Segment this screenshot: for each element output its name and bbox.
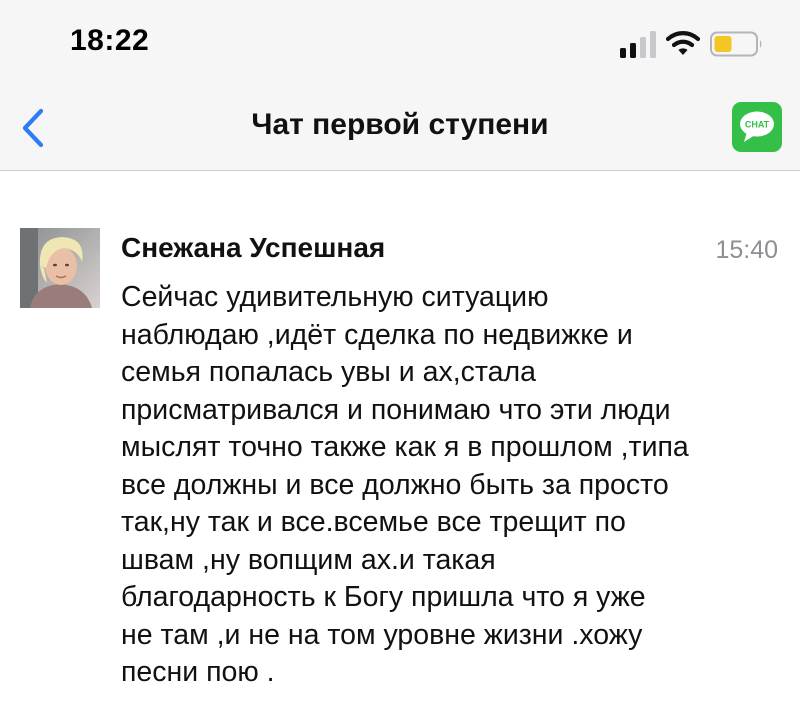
message-timestamp: 15:40: [715, 236, 778, 264]
chat-button[interactable]: CHAT: [732, 102, 782, 152]
message: Снежана Успешная 15:40 Сейчас удивительн…: [0, 170, 800, 720]
signal-icon: [620, 31, 656, 58]
header: 18:22 Чат первой ступени CHAT: [0, 0, 800, 171]
wifi-icon: [666, 31, 700, 55]
avatar-photo: [20, 228, 100, 308]
svg-text:CHAT: CHAT: [745, 120, 770, 130]
chat-icon: CHAT: [740, 111, 774, 142]
status-time: 18:22: [70, 24, 150, 57]
page-title: Чат первой ступени: [251, 108, 549, 141]
message-text: Сейчас удивительную ситуацию наблюдаю ,и…: [121, 281, 689, 688]
nav-bar: Чат первой ступени CHAT: [0, 90, 800, 170]
battery-icon: [710, 31, 762, 57]
status-bar: 18:22: [0, 0, 800, 90]
avatar[interactable]: [20, 228, 100, 308]
sender-name[interactable]: Снежана Успешная: [121, 232, 385, 264]
